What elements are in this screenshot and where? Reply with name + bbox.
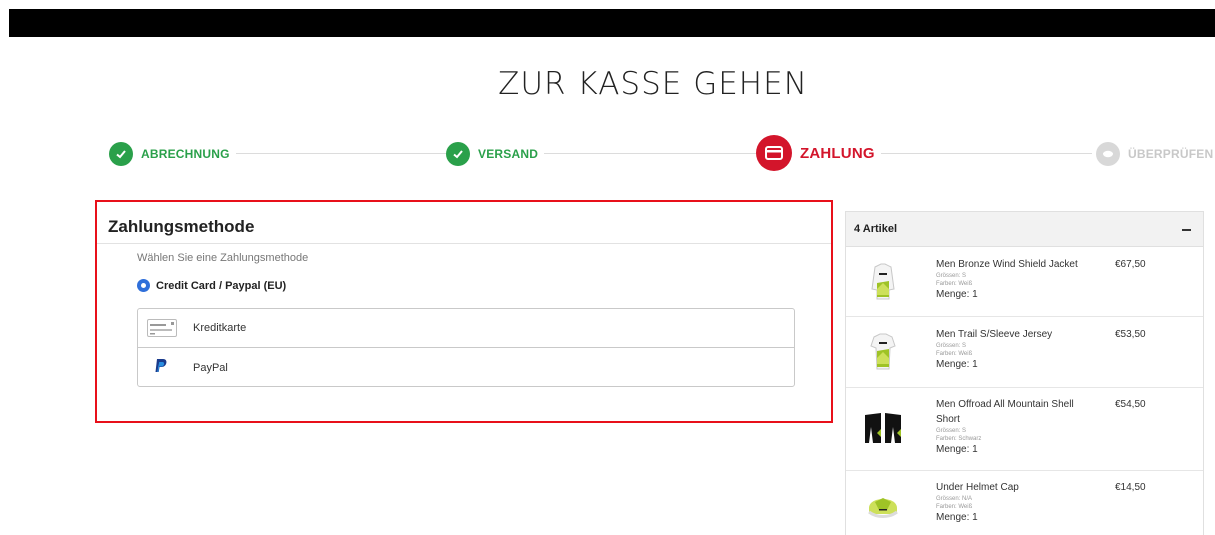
step-label: ZAHLUNG	[800, 144, 875, 162]
item-quantity: Menge: 1	[936, 512, 978, 523]
item-size: Grössen: S	[936, 343, 967, 349]
radio-selected-icon[interactable]	[137, 279, 150, 292]
cart-item: Men Offroad All Mountain Shell Short Grö…	[846, 388, 1203, 471]
method-label: PayPal	[193, 361, 228, 374]
item-size: Grössen: N/A	[936, 496, 973, 502]
page-title: ZUR KASSE GEHEN	[498, 66, 808, 102]
item-quantity: Menge: 1	[936, 359, 978, 370]
payment-method-panel: Zahlungsmethode Wählen Sie eine Zahlungs…	[95, 200, 833, 423]
item-size: Grössen: S	[936, 428, 967, 434]
payment-methods-list: Kreditkarte PayPal	[137, 308, 795, 387]
item-price: €14,50	[1115, 482, 1146, 493]
cart-summary: 4 Artikel Men Bronze Wind Shield Jacket …	[845, 211, 1204, 535]
item-name: Under Helmet Cap	[936, 482, 1019, 493]
eye-icon	[1096, 142, 1120, 166]
credit-card-icon	[756, 135, 792, 171]
cart-item: Men Trail S/Sleeve Jersey Grössen: S Far…	[846, 317, 1203, 388]
jersey-icon	[861, 329, 905, 378]
step-label: ÜBERPRÜFEN	[1128, 147, 1214, 161]
payment-option-radio[interactable]: Credit Card / Paypal (EU)	[137, 279, 286, 292]
item-color: Farben: Weiß	[936, 281, 973, 287]
item-price: €67,50	[1115, 259, 1146, 270]
item-price: €53,50	[1115, 329, 1146, 340]
step-zahlung[interactable]: ZAHLUNG	[756, 134, 881, 172]
step-abrechnung[interactable]: ABRECHNUNG	[109, 140, 236, 168]
item-color: Farben: Weiß	[936, 504, 973, 510]
cart-item-details: Men Offroad All Mountain Shell Short Grö…	[936, 397, 1096, 457]
item-color: Farben: Weiß	[936, 351, 973, 357]
item-quantity: Menge: 1	[936, 289, 978, 300]
item-name: Men Offroad All Mountain Shell Short	[936, 399, 1074, 425]
top-navigation-bar	[9, 9, 1215, 37]
cart-item-details: Men Bronze Wind Shield Jacket Grössen: S…	[936, 257, 1096, 302]
payment-hint: Wählen Sie eine Zahlungsmethode	[137, 252, 309, 264]
divider	[97, 243, 831, 244]
shorts-icon	[861, 407, 905, 456]
cart-item-count: 4 Artikel	[854, 223, 898, 235]
step-ueberpruefen[interactable]: ÜBERPRÜFEN	[1092, 140, 1214, 168]
step-label: ABRECHNUNG	[141, 147, 230, 161]
item-name: Men Trail S/Sleeve Jersey	[936, 329, 1053, 340]
method-label: Kreditkarte	[193, 322, 247, 334]
item-size: Grössen: S	[936, 273, 967, 279]
cart-item: Men Bronze Wind Shield Jacket Grössen: S…	[846, 247, 1203, 317]
item-color: Farben: Schwarz	[936, 436, 982, 442]
jacket-icon	[861, 259, 905, 308]
cart-item-details: Under Helmet Cap Grössen: N/A Farben: We…	[936, 480, 1096, 525]
cart-header[interactable]: 4 Artikel	[846, 212, 1203, 247]
method-paypal[interactable]: PayPal	[138, 348, 794, 387]
payment-title: Zahlungsmethode	[108, 217, 255, 236]
cart-item-details: Men Trail S/Sleeve Jersey Grössen: S Far…	[936, 327, 1096, 372]
checkmark-icon	[109, 142, 133, 166]
step-label: VERSAND	[478, 147, 539, 161]
item-quantity: Menge: 1	[936, 444, 978, 455]
step-versand[interactable]: VERSAND	[446, 140, 545, 168]
credit-card-icon	[147, 319, 177, 340]
method-kreditkarte[interactable]: Kreditkarte	[138, 309, 794, 348]
item-name: Men Bronze Wind Shield Jacket	[936, 259, 1078, 270]
item-price: €54,50	[1115, 399, 1146, 410]
cap-icon	[861, 484, 905, 533]
payment-option-label: Credit Card / Paypal (EU)	[156, 279, 287, 292]
paypal-icon	[154, 358, 168, 377]
minus-icon[interactable]	[1182, 229, 1191, 231]
checkmark-icon	[446, 142, 470, 166]
cart-item: Under Helmet Cap Grössen: N/A Farben: We…	[846, 471, 1203, 535]
